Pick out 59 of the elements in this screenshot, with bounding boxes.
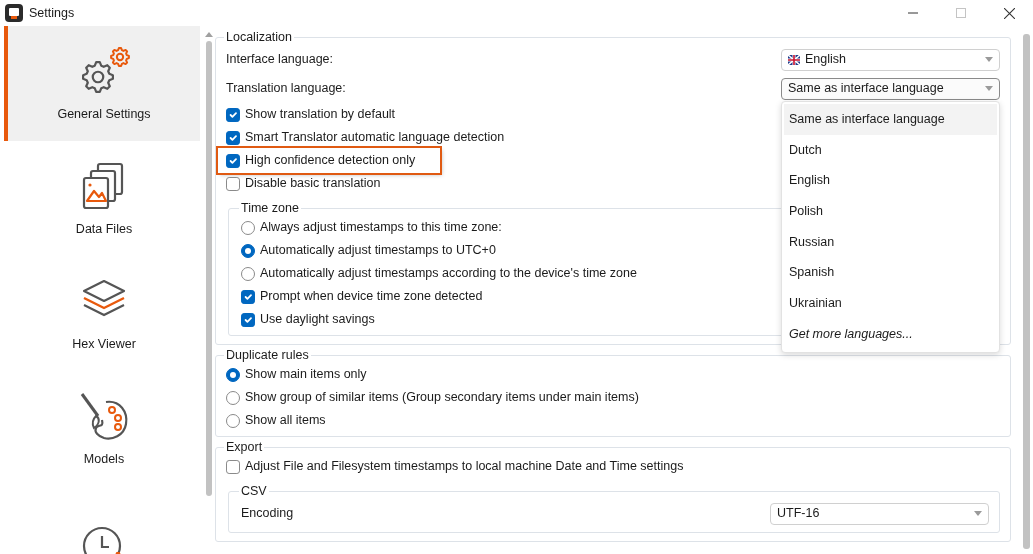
field-label: Translation language: <box>226 80 346 98</box>
scrollbar-thumb[interactable] <box>205 41 212 496</box>
scroll-up-icon[interactable] <box>204 32 213 37</box>
sidebar-item[interactable]: General Settings <box>4 26 200 141</box>
group-title: Localization <box>225 30 293 45</box>
close-icon <box>1003 7 1015 19</box>
checkbox[interactable] <box>226 176 240 191</box>
checkbox[interactable] <box>226 153 240 168</box>
radio-button[interactable] <box>241 220 255 235</box>
maximize-icon <box>956 8 966 18</box>
sidebar-item[interactable]: Data Files <box>4 141 200 256</box>
checkbox[interactable] <box>226 107 240 122</box>
checkbox[interactable] <box>226 459 240 474</box>
window-title: Settings <box>29 4 75 22</box>
checkbox[interactable] <box>226 130 240 145</box>
checkbox[interactable] <box>241 289 255 304</box>
dropdown-option[interactable]: Ukrainian <box>784 288 997 319</box>
group-title: Duplicate rules <box>225 348 310 363</box>
radio-button[interactable] <box>226 413 240 428</box>
checkbox-label[interactable]: Show translation by default <box>245 105 396 124</box>
checkbox-label[interactable]: Prompt when device time zone detected <box>260 287 483 306</box>
caret-icon <box>985 86 993 91</box>
radio-label[interactable]: Show main items only <box>245 365 367 384</box>
field-label: Interface language: <box>226 51 334 69</box>
checkbox-label[interactable]: Smart Translator automatic language detection <box>245 128 505 147</box>
radio-button[interactable] <box>226 390 240 405</box>
group-title: Time zone <box>240 201 300 216</box>
group-title: CSV <box>240 484 268 499</box>
dropdown[interactable]: UTF-16 <box>770 502 989 525</box>
radio-button[interactable] <box>241 243 255 258</box>
scrollbar-thumb[interactable] <box>1022 34 1030 549</box>
radio-button[interactable] <box>226 367 240 382</box>
radio-label[interactable]: Always adjust timestamps to this time zone: <box>260 218 502 237</box>
dropdown-option[interactable]: English <box>784 165 997 197</box>
dropdown[interactable]: Same as interface language <box>781 77 1000 100</box>
dropdown-option[interactable]: Russian <box>784 226 997 258</box>
checkbox-label[interactable]: Disable basic translation <box>245 174 381 193</box>
sidebar-item[interactable]: Hex Viewer <box>4 256 200 371</box>
checkbox-label[interactable]: Adjust File and Filesystem timestamps to local machine Date and Time settings <box>245 457 684 476</box>
radio-label[interactable]: Show group of similar items (Group secondary items under main items) <box>245 388 639 407</box>
dropdown-option[interactable]: Spanish <box>784 257 997 289</box>
checkbox[interactable] <box>241 312 255 327</box>
group-title: Export <box>225 440 264 455</box>
checkbox-label[interactable]: Use daylight savings <box>260 310 375 329</box>
field-label: Encoding <box>241 505 294 523</box>
dropdown-option[interactable]: Same as interface language <box>784 104 997 135</box>
radio-button[interactable] <box>241 266 255 281</box>
radio-label[interactable]: Automatically adjust timestamps according to the device's time zone <box>260 264 637 283</box>
more-languages-link[interactable]: Get more languages... <box>784 318 997 350</box>
dropdown-option[interactable]: Polish <box>784 196 997 227</box>
radio-label[interactable]: Automatically adjust timestamps to UTC+0 <box>260 241 496 260</box>
dropdown[interactable]: English <box>781 48 1000 71</box>
radio-label[interactable]: Show all items <box>245 411 326 430</box>
dropdown-option[interactable]: Dutch <box>784 134 997 166</box>
caret-icon <box>974 511 982 516</box>
app-icon <box>5 4 23 22</box>
caret-icon <box>985 57 993 62</box>
sidebar-item[interactable]: Models <box>4 371 200 486</box>
checkbox-label[interactable]: High confidence detection only <box>245 151 416 170</box>
